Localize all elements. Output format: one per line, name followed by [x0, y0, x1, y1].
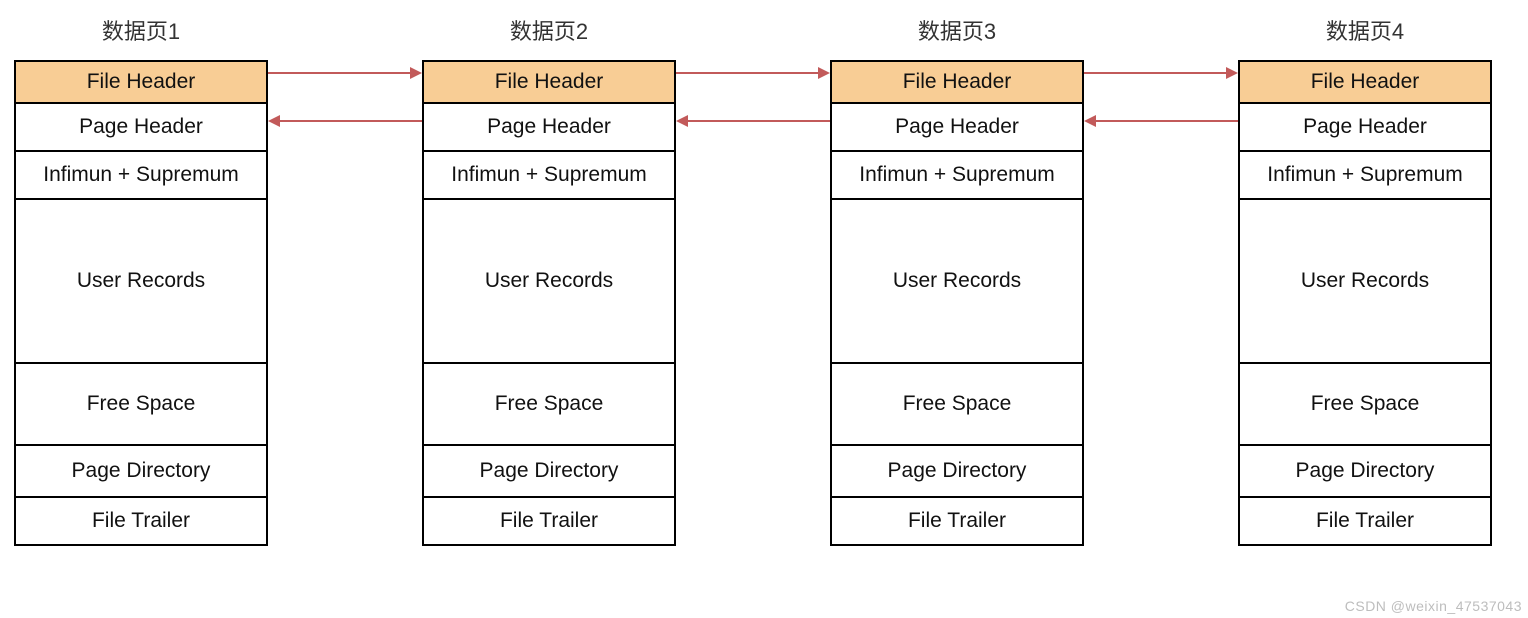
- diagram-stage: 数据页1File HeaderPage HeaderInfimun + Supr…: [0, 0, 1528, 618]
- file-header-block: File Header: [14, 60, 268, 104]
- user-records-block: User Records: [830, 200, 1084, 364]
- file-header-block: File Header: [1238, 60, 1492, 104]
- file-trailer-block: File Trailer: [1238, 498, 1492, 546]
- infimum-supremum-block: Infimun + Supremum: [14, 152, 268, 200]
- page-directory-block: Page Directory: [830, 446, 1084, 498]
- arrow-left-icon: [268, 115, 280, 127]
- file-header-block: File Header: [830, 60, 1084, 104]
- file-trailer-block: File Trailer: [830, 498, 1084, 546]
- data-page-4: 数据页4 File HeaderPage HeaderInfimun + Supr…: [1238, 14, 1492, 546]
- free-space-block: Free Space: [14, 364, 268, 446]
- data-page-2: 数据页2 File HeaderPage HeaderInfimun + Supr…: [422, 14, 676, 546]
- file-header-block: File Header: [422, 60, 676, 104]
- free-space-block: Free Space: [1238, 364, 1492, 446]
- page-header-block: Page Header: [14, 104, 268, 152]
- free-space-block: Free Space: [422, 364, 676, 446]
- arrow-left-icon: [1084, 115, 1096, 127]
- arrow-right-icon: [1226, 67, 1238, 79]
- infimum-supremum-block: Infimun + Supremum: [830, 152, 1084, 200]
- backward-arrow-line: [1094, 120, 1238, 122]
- forward-arrow-line: [676, 72, 820, 74]
- user-records-block: User Records: [422, 200, 676, 364]
- backward-arrow-line: [278, 120, 422, 122]
- arrow-right-icon: [410, 67, 422, 79]
- page-directory-block: Page Directory: [422, 446, 676, 498]
- page-title: 数据页3: [830, 14, 1084, 46]
- infimum-supremum-block: Infimun + Supremum: [422, 152, 676, 200]
- infimum-supremum-block: Infimun + Supremum: [1238, 152, 1492, 200]
- user-records-block: User Records: [14, 200, 268, 364]
- free-space-block: Free Space: [830, 364, 1084, 446]
- page-header-block: Page Header: [422, 104, 676, 152]
- file-trailer-block: File Trailer: [422, 498, 676, 546]
- watermark: CSDN @weixin_47537043: [1345, 598, 1522, 614]
- forward-arrow-line: [268, 72, 412, 74]
- user-records-block: User Records: [1238, 200, 1492, 364]
- page-title: 数据页2: [422, 14, 676, 46]
- page-directory-block: Page Directory: [14, 446, 268, 498]
- page-header-block: Page Header: [830, 104, 1084, 152]
- forward-arrow-line: [1084, 72, 1228, 74]
- arrow-left-icon: [676, 115, 688, 127]
- page-directory-block: Page Directory: [1238, 446, 1492, 498]
- page-header-block: Page Header: [1238, 104, 1492, 152]
- data-page-3: 数据页3 File HeaderPage HeaderInfimun + Supr…: [830, 14, 1084, 546]
- data-page-1: 数据页1 File HeaderPage HeaderInfimun + Supr…: [14, 14, 268, 546]
- page-title: 数据页4: [1238, 14, 1492, 46]
- file-trailer-block: File Trailer: [14, 498, 268, 546]
- arrow-right-icon: [818, 67, 830, 79]
- page-title: 数据页1: [14, 14, 268, 46]
- backward-arrow-line: [686, 120, 830, 122]
